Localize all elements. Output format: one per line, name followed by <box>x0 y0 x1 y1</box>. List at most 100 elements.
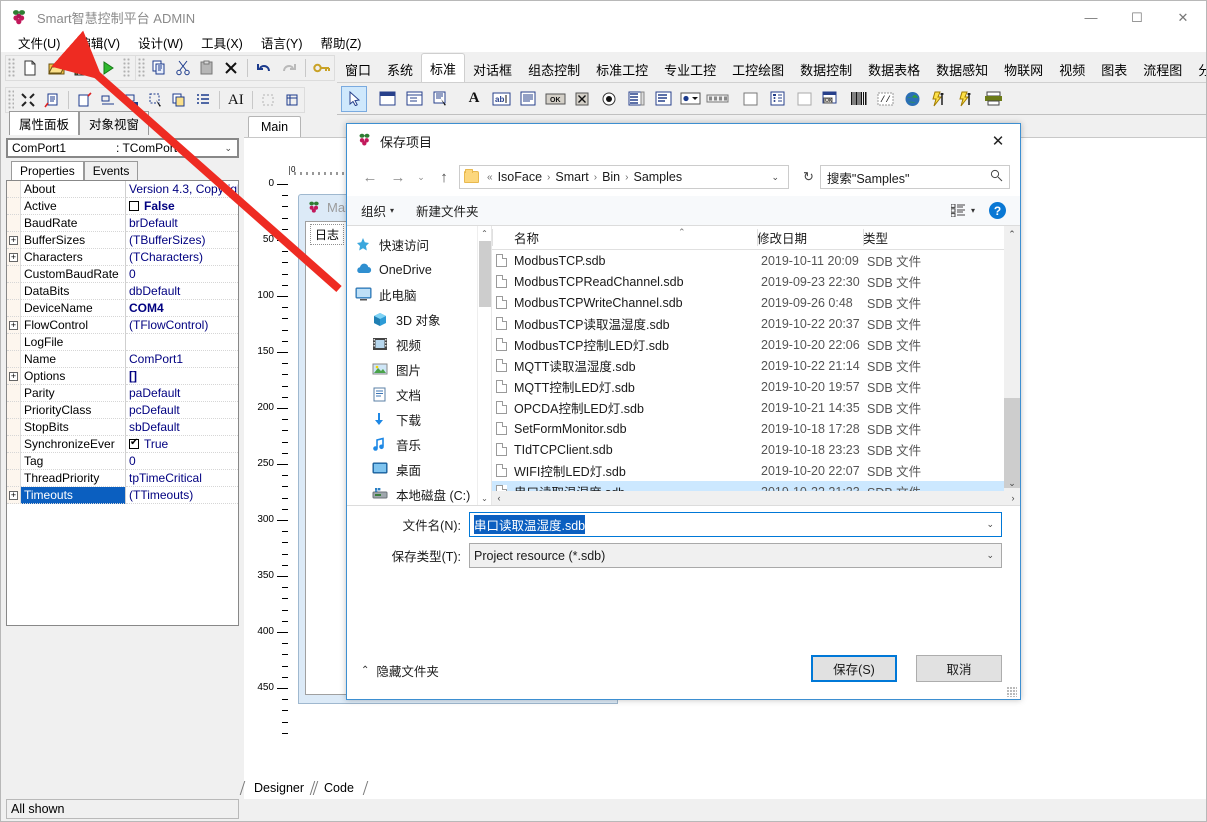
property-grid[interactable]: AboutVersion 4.3, Copyright (c)Active Fal… <box>6 180 239 626</box>
cancel-button[interactable]: 取消 <box>916 655 1002 682</box>
layout-toolbar-grip[interactable] <box>8 90 15 110</box>
font-icon[interactable]: AI <box>224 88 248 112</box>
property-value[interactable]: ComPort1 <box>126 351 238 368</box>
file-row[interactable]: WIFI控制LED灯.sdb 2019-10-20 22:07 SDB 文件 <box>492 460 1020 481</box>
expand-icon[interactable]: + <box>7 232 21 249</box>
combobox-icon[interactable] <box>650 86 676 112</box>
pointer-icon[interactable] <box>341 85 367 112</box>
chevron-down-icon[interactable]: ⌄ <box>224 143 232 154</box>
file-list-horizontal-scrollbar[interactable]: ‹ › <box>492 491 1020 505</box>
scroll-thumb[interactable] <box>479 241 491 307</box>
search-input[interactable]: 搜索"Samples" <box>827 168 990 187</box>
groupbox-icon[interactable] <box>401 86 427 112</box>
ribbon-tab-3[interactable]: 对话框 <box>465 57 521 82</box>
printer-icon[interactable] <box>980 86 1006 112</box>
menu-item-1[interactable]: 编辑(V) <box>69 32 129 53</box>
panel-icon[interactable] <box>374 86 400 112</box>
property-value[interactable]: (TBufferSizes) <box>126 232 238 249</box>
ribbon-tab-9[interactable]: 数据表格 <box>860 57 929 82</box>
property-value[interactable]: pcDefault <box>126 402 238 419</box>
breadcrumb-separator-icon[interactable]: › <box>591 172 600 183</box>
nav-item-4[interactable]: 视频 <box>347 332 491 357</box>
property-value[interactable]: [] <box>126 368 238 385</box>
scroll-right-icon[interactable]: › <box>1006 493 1020 503</box>
property-value[interactable]: tpTimeCritical <box>126 470 238 487</box>
object-selector[interactable]: ComPort1 : TComPort ⌄ <box>6 138 239 158</box>
file-row[interactable]: TIdTCPClient.sdb 2019-10-18 23:23 SDB 文件 <box>492 439 1020 460</box>
panel-tab-0[interactable]: 属性面板 <box>9 111 80 135</box>
toolbar-grip-2[interactable] <box>123 58 130 78</box>
property-value[interactable]: True <box>126 436 238 453</box>
minimize-button[interactable]: — <box>1068 1 1114 33</box>
nav-item-8[interactable]: 音乐 <box>347 432 491 457</box>
ribbon-tab-1[interactable]: 系统 <box>379 57 422 82</box>
ribbon-tab-2[interactable]: 标准 <box>421 53 466 82</box>
expand-icon[interactable]: + <box>7 317 21 334</box>
recent-locations-button[interactable]: ⌄ <box>413 164 429 190</box>
scroll-up-icon[interactable]: ⌃ <box>1004 226 1020 242</box>
filename-input[interactable]: 串口读取温湿度.sdb ⌄ <box>469 512 1002 537</box>
nav-item-1[interactable]: OneDrive <box>347 257 491 282</box>
ribbon-tab-10[interactable]: 数据感知 <box>928 57 997 82</box>
property-row[interactable]: + Characters (TCharacters) <box>7 249 238 266</box>
power2-icon[interactable] <box>953 86 979 112</box>
navigation-scrollbar[interactable]: ⌃ ⌄ <box>477 226 491 505</box>
property-row[interactable]: Tag 0 <box>7 453 238 470</box>
property-row[interactable]: + Timeouts (TTimeouts) <box>7 487 238 504</box>
breadcrumb-item-0[interactable]: IsoFace <box>496 170 544 184</box>
ribbon-tab-12[interactable]: 视频 <box>1051 57 1094 82</box>
label-icon[interactable]: A <box>461 86 487 112</box>
breadcrumb-item-2[interactable]: Bin <box>600 170 622 184</box>
property-row[interactable]: + BufferSizes (TBufferSizes) <box>7 232 238 249</box>
import-icon[interactable] <box>73 88 97 112</box>
expand-icon[interactable]: + <box>7 487 21 504</box>
panel-tab-1[interactable]: 对象视窗 <box>79 111 150 135</box>
file-row[interactable]: SetFormMonitor.sdb 2019-10-18 17:28 SDB 文件 <box>492 418 1020 439</box>
track-icon[interactable] <box>704 86 730 112</box>
property-value[interactable]: (TCharacters) <box>126 249 238 266</box>
file-row[interactable]: ModbusTCPReadChannel.sdb 2019-09-23 22:30… <box>492 271 1020 292</box>
menu-item-5[interactable]: 帮助(Z) <box>312 32 371 53</box>
maximize-button[interactable]: ☐ <box>1114 1 1160 33</box>
property-row[interactable]: + FlowControl (TFlowControl) <box>7 317 238 334</box>
collapse-icon[interactable] <box>16 88 40 112</box>
checkbox-icon[interactable] <box>129 437 139 449</box>
expand-icon[interactable]: + <box>7 368 21 385</box>
globe-icon[interactable] <box>899 86 925 112</box>
file-row[interactable]: MQTT控制LED灯.sdb 2019-10-20 19:57 SDB 文件 <box>492 376 1020 397</box>
file-row[interactable]: ModbusTCP控制LED灯.sdb 2019-10-20 22:06 SDB 文… <box>492 334 1020 355</box>
ribbon-tab-15[interactable]: 分析 <box>1190 57 1206 82</box>
file-row[interactable]: OPCDA控制LED灯.sdb 2019-10-21 14:35 SDB 文件 <box>492 397 1020 418</box>
redo-icon[interactable] <box>277 56 301 80</box>
nav-item-5[interactable]: 图片 <box>347 357 491 382</box>
ribbon-tab-8[interactable]: 数据控制 <box>792 57 861 82</box>
property-row[interactable]: BaudRate brDefault <box>7 215 238 232</box>
nav-item-0[interactable]: 快速访问 <box>347 232 491 257</box>
nav-item-10[interactable]: 本地磁盘 (C:) <box>347 482 491 505</box>
resize-grip[interactable] <box>1007 687 1017 697</box>
open-folder-icon[interactable] <box>43 56 69 80</box>
treeview-icon[interactable] <box>764 86 790 112</box>
ribbon-tab-13[interactable]: 图表 <box>1093 57 1136 82</box>
column-header-date[interactable]: 修改日期 <box>757 228 863 247</box>
cut-icon[interactable] <box>171 56 195 80</box>
blank-icon[interactable] <box>791 86 817 112</box>
document-tab-main[interactable]: Main <box>248 116 302 137</box>
form-pick-icon[interactable] <box>428 86 454 112</box>
menu-item-3[interactable]: 工具(X) <box>192 32 252 53</box>
run-icon[interactable] <box>95 56 121 80</box>
nav-item-2[interactable]: 此电脑 <box>347 282 491 307</box>
search-box[interactable]: 搜索"Samples" <box>819 165 1010 189</box>
ribbon-tab-5[interactable]: 标准工控 <box>588 57 657 82</box>
button-icon[interactable]: OK <box>542 86 568 112</box>
menu-item-0[interactable]: 文件(U) <box>9 32 69 53</box>
property-value[interactable]: sbDefault <box>126 419 238 436</box>
chevron-down-icon[interactable]: ⌄ <box>986 550 994 561</box>
design-label-log[interactable]: 日志 <box>310 224 345 245</box>
property-subtab-1[interactable]: Events <box>83 161 139 180</box>
ribbon-tab-0[interactable]: 窗口 <box>337 57 380 82</box>
paste-icon[interactable] <box>195 56 219 80</box>
expand-icon[interactable]: + <box>7 249 21 266</box>
hide-folders-toggle[interactable]: ⌃ 隐藏文件夹 <box>361 661 439 680</box>
column-header-name[interactable]: 名称 <box>492 228 757 247</box>
